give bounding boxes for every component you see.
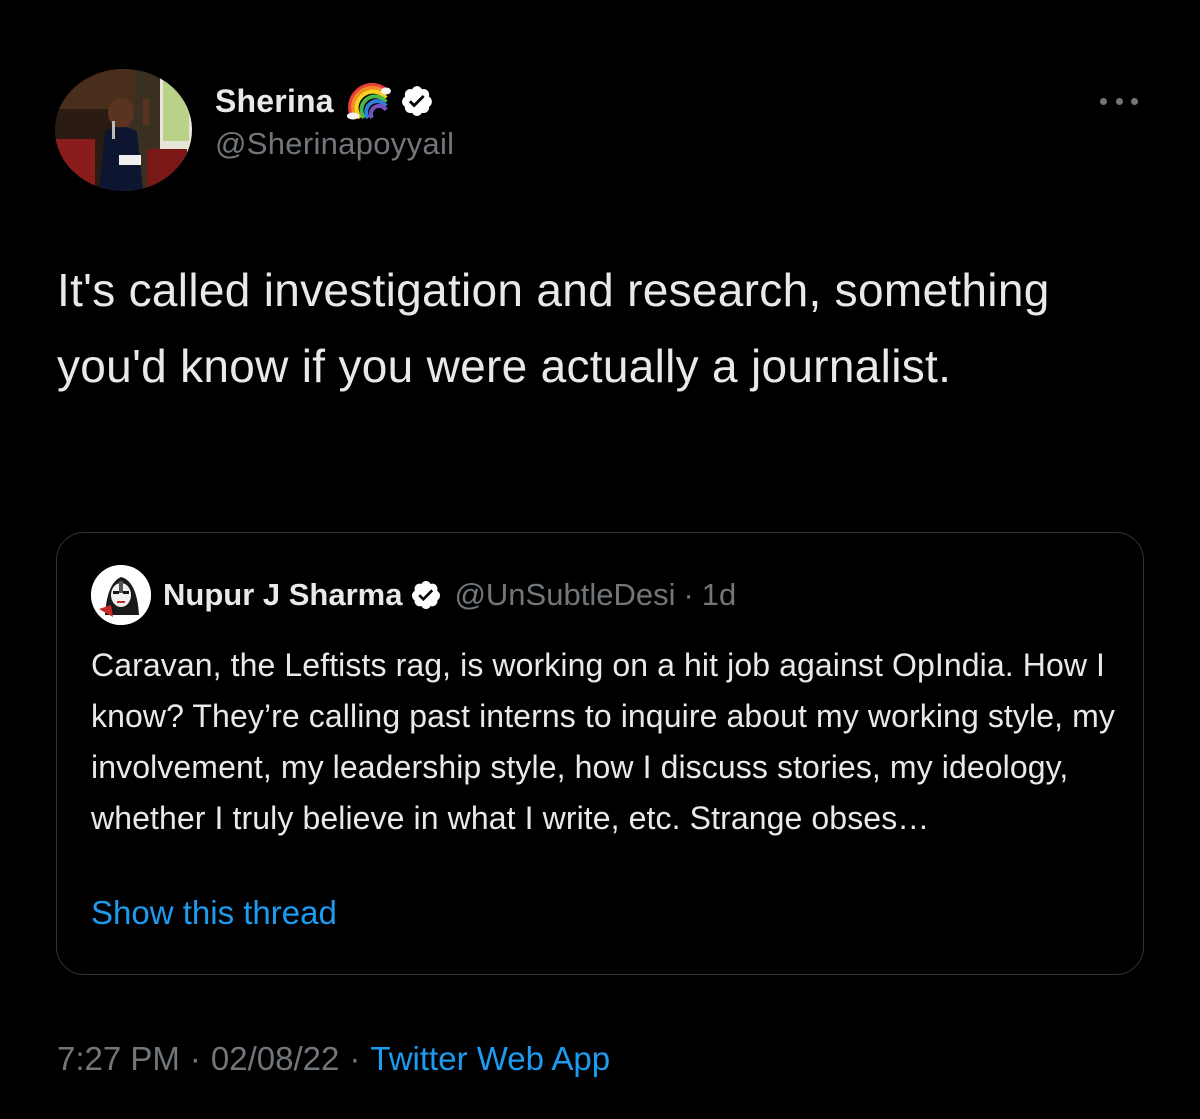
tweet-text: It's called investigation and research, … [57, 264, 1050, 392]
quoted-tweet-card[interactable]: Nupur J Sharma @UnSubtleDesi · 1d Carava… [56, 532, 1144, 975]
show-thread-link[interactable]: Show this thread [91, 894, 337, 932]
more-dot [1115, 97, 1123, 105]
quoted-author-name[interactable]: Nupur J Sharma [163, 577, 402, 613]
tweet-date[interactable]: 02/08/22 [211, 1040, 339, 1078]
quoted-author-handle[interactable]: @UnSubtleDesi [454, 577, 675, 613]
tweet: Sherina @Sherinapoyyail It's called inve… [0, 0, 1200, 1119]
quoted-tweet-text: Caravan, the Leftists rag, is working on… [91, 647, 1115, 836]
rainbow-icon [346, 82, 392, 120]
author-name-row: Sherina [215, 80, 454, 122]
tweet-source-link[interactable]: Twitter Web App [370, 1040, 610, 1078]
more-options-icon[interactable] [1096, 90, 1142, 112]
verified-icon[interactable] [400, 84, 434, 118]
meta-separator: · [349, 1040, 361, 1077]
quoted-author-avatar[interactable] [91, 565, 151, 625]
author-handle[interactable]: @Sherinapoyyail [215, 126, 454, 162]
quoted-timestamp[interactable]: 1d [702, 577, 736, 613]
tweet-meta: 7:27 PM · 02/08/22 · Twitter Web App [57, 1040, 610, 1078]
author-display-name[interactable]: Sherina [215, 83, 334, 120]
more-dot [1131, 97, 1138, 105]
author-avatar[interactable] [55, 69, 192, 191]
author-block: Sherina @Sherinapoyyail [215, 80, 454, 162]
verified-icon[interactable] [410, 579, 442, 611]
more-dot [1100, 97, 1107, 105]
quoted-tweet-header: Nupur J Sharma @UnSubtleDesi · 1d [91, 563, 736, 627]
meta-separator: · [189, 1040, 201, 1077]
quoted-separator: · [683, 577, 694, 612]
tweet-time[interactable]: 7:27 PM [57, 1040, 180, 1078]
